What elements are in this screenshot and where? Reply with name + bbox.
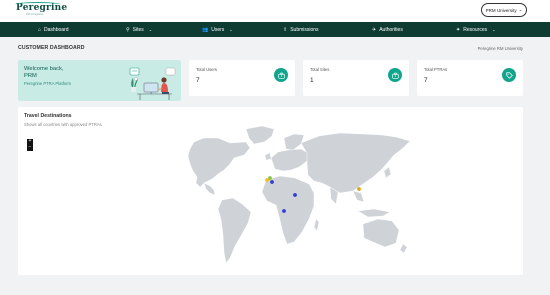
stat-card-ptras: Total PTRAs 7 — [417, 60, 523, 96]
stat-label: Total Sites — [310, 67, 330, 72]
home-icon: ⌂ — [38, 26, 42, 33]
nav-item-label: Submissions — [290, 26, 319, 33]
nav-item-authorities[interactable]: ✈ Authorities — [372, 22, 403, 37]
destination-marker[interactable] — [357, 187, 361, 191]
brand-tagline: RM Immigration — [26, 13, 44, 16]
destination-marker[interactable] — [268, 176, 272, 180]
briefcase-icon — [388, 68, 402, 82]
bookmark-icon: ✦ — [456, 26, 461, 33]
org-selector-button[interactable]: PRM University ⌄ — [481, 3, 527, 17]
nav-item-dashboard[interactable]: ⌂ Dashboard — [38, 22, 69, 37]
chevron-down-icon: ⌄ — [518, 7, 523, 12]
org-selector-label: PRM University — [485, 7, 517, 13]
main-nav: ⌂ Dashboard ⚲ Sites ⌄ 👥 Users ⌄ ⇧ Submis… — [0, 22, 550, 37]
nav-item-sites[interactable]: ⚲ Sites ⌄ — [126, 22, 152, 37]
stat-value: 1 — [310, 77, 314, 84]
logo-swoosh — [15, 2, 61, 7]
stat-card-sites: Total Sites 1 — [303, 60, 409, 96]
nav-item-submissions[interactable]: ⇧ Submissions — [283, 22, 319, 37]
destination-marker[interactable] — [282, 209, 286, 213]
briefcase-icon — [274, 68, 288, 82]
stat-label: Total PTRAs — [424, 67, 448, 72]
workspace-illustration — [129, 67, 176, 100]
stat-value: 7 — [424, 77, 428, 84]
welcome-card: Welcome back, PRM Peregrine PTRA Platfor… — [18, 60, 181, 101]
stat-label: Total Users — [196, 67, 217, 72]
nav-item-label: Resources — [463, 26, 488, 33]
map-subtitle: Shows all countries with approved PTRAs — [24, 122, 102, 127]
world-map[interactable] — [18, 107, 523, 275]
top-header: Peregrine RM Immigration PRM University … — [0, 0, 550, 22]
chevron-down-icon: ⌄ — [148, 27, 153, 32]
stat-card-users: Total Users 7 — [189, 60, 295, 96]
welcome-greeting-line2: PRM — [24, 72, 37, 79]
users-icon: 👥 — [202, 26, 209, 33]
nav-item-resources[interactable]: ✦ Resources ⌄ — [456, 22, 495, 37]
chevron-down-icon: ⌄ — [229, 27, 233, 32]
travel-destinations-panel: Travel Destinations Shows all countries … — [18, 107, 523, 275]
nav-item-label: Users — [211, 26, 225, 33]
stat-value: 7 — [196, 77, 200, 84]
welcome-platform: Peregrine PTRA Platform — [24, 81, 72, 86]
welcome-greeting: Welcome back, PRM — [24, 66, 64, 79]
pin-icon: ⚲ — [126, 26, 130, 33]
map-title: Travel Destinations — [24, 113, 72, 119]
tag-icon — [502, 68, 516, 82]
chevron-down-icon: ⌄ — [492, 27, 496, 32]
nav-item-users[interactable]: 👥 Users ⌄ — [202, 22, 233, 37]
nav-item-label: Authorities — [379, 26, 403, 33]
upload-icon: ⇧ — [283, 26, 288, 33]
zoom-out-button[interactable]: − — [27, 144, 33, 151]
plane-icon: ✈ — [372, 26, 377, 33]
page-org-name: Peregrine RM University — [477, 46, 523, 51]
nav-item-label: Sites — [132, 26, 144, 33]
destination-marker[interactable] — [293, 193, 297, 197]
welcome-greeting-line1: Welcome back, — [24, 66, 64, 72]
brand-logo[interactable]: Peregrine RM Immigration — [15, 2, 67, 20]
destination-marker[interactable] — [270, 180, 274, 184]
nav-item-label: Dashboard — [44, 26, 69, 33]
page-title: CUSTOMER DASHBOARD — [18, 45, 85, 51]
